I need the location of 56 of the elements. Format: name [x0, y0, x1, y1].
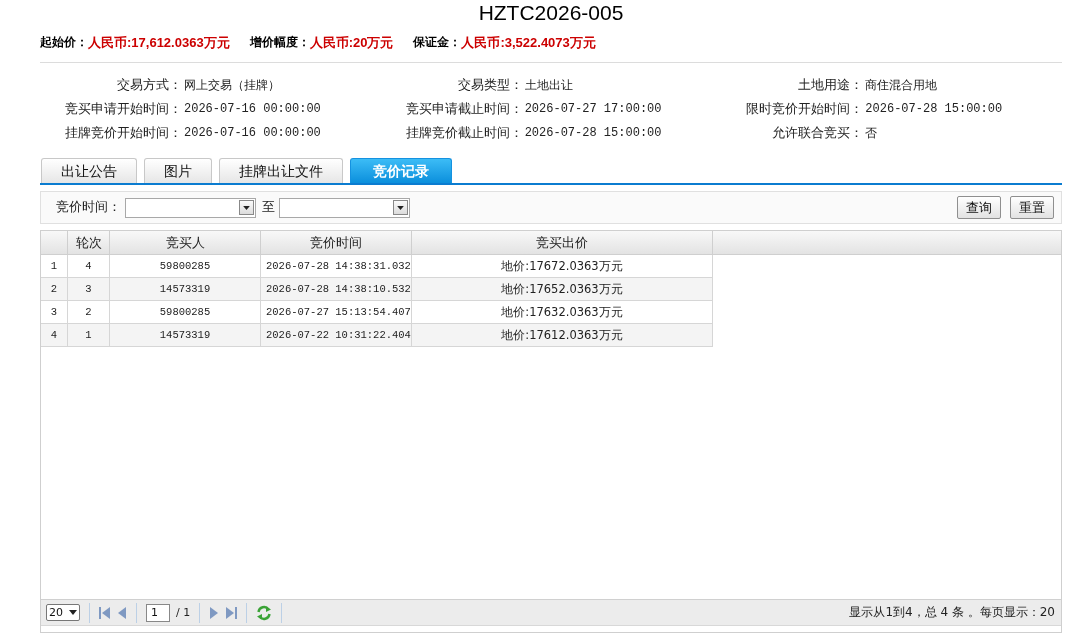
- tab[interactable]: 出让公告: [41, 158, 137, 183]
- detail-value: 商住混合用地: [864, 77, 938, 94]
- dropdown-button[interactable]: [393, 200, 408, 215]
- price-label: 起始价：: [40, 34, 88, 51]
- detail-label: 限时竞价开始时间：: [746, 100, 864, 118]
- detail-value: 2026-07-27 17:00:00: [523, 102, 662, 116]
- filter-label: 竞价时间：: [56, 199, 121, 216]
- detail-label: 土地用途：: [798, 76, 864, 94]
- refresh-icon[interactable]: [256, 604, 273, 621]
- detail-value: 土地出让: [523, 77, 573, 94]
- column-header: 竞买出价: [412, 231, 713, 254]
- previous-page-icon[interactable]: [116, 606, 127, 619]
- detail-label: 允许联合竞买：: [772, 124, 864, 142]
- detail-value: 网上交易（挂牌）: [183, 77, 280, 94]
- detail-label: 竞买申请截止时间：: [405, 100, 523, 118]
- tab[interactable]: 挂牌出让文件: [219, 158, 343, 183]
- detail-label: 挂牌竞价截止时间：: [405, 124, 523, 142]
- page-count: / 1: [176, 606, 191, 619]
- tab[interactable]: 图片: [144, 158, 212, 183]
- page-title: HZTC2026-005: [477, 0, 625, 25]
- last-page-icon[interactable]: [226, 606, 238, 619]
- caret-icon: [397, 205, 404, 210]
- price-label: 增价幅度：: [249, 34, 310, 51]
- caret-icon: [69, 610, 77, 615]
- detail-label: 竞买申请开始时间：: [65, 100, 182, 118]
- date-field[interactable]: [279, 197, 410, 218]
- table-cell: 1: [68, 324, 110, 347]
- column-header: 竞价时间: [261, 231, 412, 254]
- page-input[interactable]: 1: [146, 603, 170, 622]
- detail-label: 交易类型：: [457, 76, 523, 94]
- row-number: 4: [41, 324, 68, 347]
- price-label: 保证金：: [413, 34, 462, 51]
- action-button[interactable]: 重置: [1010, 196, 1054, 219]
- date-field[interactable]: [125, 197, 256, 218]
- detail-label: 挂牌竞价开始时间：: [65, 124, 182, 142]
- price-value: 人民币:20万元: [309, 34, 394, 52]
- detail-value: 2026-07-28 15:00:00: [864, 102, 1003, 116]
- pager-summary: 显示从1到4，总 4 条 。每页显示：20: [849, 604, 1055, 621]
- price-value: 人民币:3,522.4073万元: [461, 34, 596, 52]
- table-cell: 14573319: [110, 324, 261, 347]
- dropdown-button[interactable]: [239, 200, 254, 215]
- detail-label: 交易方式：: [117, 76, 182, 94]
- action-button[interactable]: 查询: [957, 196, 1001, 219]
- table-cell: 地价:17612.0363万元: [412, 324, 713, 347]
- caret-icon: [243, 205, 250, 210]
- detail-value: 2026-07-16 00:00:00: [183, 102, 321, 116]
- range-separator: 至: [262, 199, 275, 216]
- detail-value: 2026-07-16 00:00:00: [183, 126, 321, 140]
- column-header: 轮次: [68, 231, 110, 254]
- table-cell: 2026-07-22 10:31:22.404: [261, 324, 412, 347]
- detail-value: 否: [864, 125, 878, 142]
- detail-value: 2026-07-28 15:00:00: [523, 126, 662, 140]
- page-size-select[interactable]: 20: [46, 604, 80, 621]
- first-page-icon[interactable]: [99, 606, 110, 619]
- price-value: 人民币:17,612.0363万元: [88, 34, 230, 52]
- column-header: 竞买人: [110, 231, 261, 254]
